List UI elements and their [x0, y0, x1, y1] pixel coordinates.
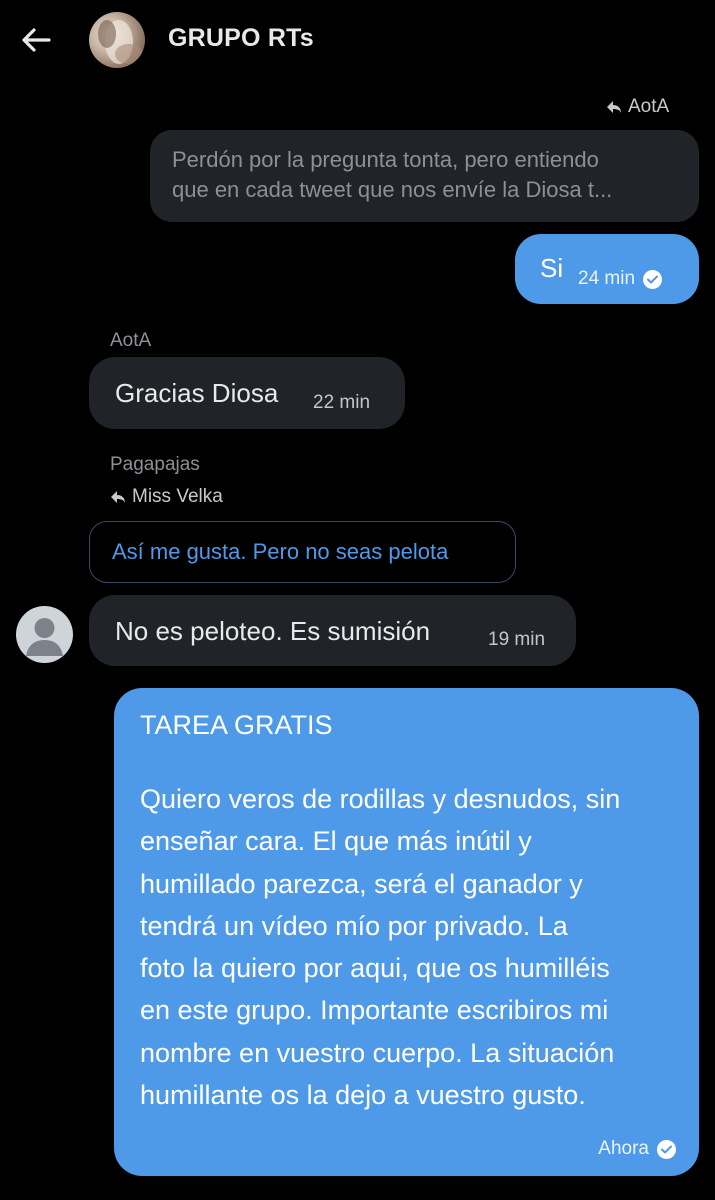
message-meta: 24 min — [578, 268, 663, 290]
message-text: Si — [540, 253, 564, 283]
check-circle-icon — [657, 1139, 676, 1159]
group-avatar[interactable] — [89, 12, 145, 68]
outgoing-message-tarea[interactable]: TAREA GRATIS Quiero veros de rodillas y … — [114, 688, 699, 1176]
message-time: 24 min — [578, 268, 636, 289]
message-line: tendrá un vídeo mío por privado. La — [140, 910, 568, 941]
quoted-message[interactable]: Perdón por la pregunta tonta, pero entie… — [150, 130, 699, 222]
sender-avatar[interactable] — [16, 606, 73, 663]
message-time: Ahora — [598, 1138, 649, 1159]
reply-indicator: Miss Velka — [110, 486, 223, 508]
reply-target-name: Miss Velka — [132, 486, 223, 507]
incoming-message-gracias[interactable]: Gracias Diosa 22 min — [89, 357, 405, 429]
message-line: enseñar cara. El que más inútil y — [140, 826, 532, 857]
back-button[interactable] — [14, 20, 58, 60]
quoted-line-1: Perdón por la pregunta tonta, pero entie… — [172, 147, 599, 172]
quoted-message[interactable]: Así me gusta. Pero no seas pelota — [89, 521, 516, 583]
reply-icon — [111, 491, 125, 503]
message-line: nombre en vuestro cuerpo. La situación — [140, 1037, 615, 1068]
message-line: Quiero veros de rodillas y desnudos, sin — [140, 784, 621, 814]
message-line: foto la quiero por aqui, que os humilléi… — [140, 953, 610, 984]
check-circle-icon — [643, 269, 663, 289]
sender-name: AotA — [110, 330, 152, 351]
default-avatar-icon — [26, 618, 63, 656]
message-line: humillado parezca, será el ganador y — [140, 868, 583, 899]
message-line: en este grupo. Importante escribiros mi — [140, 995, 609, 1026]
quoted-line-2: que en cada tweet que nos envíe la Diosa… — [172, 177, 613, 202]
message-text: Gracias Diosa — [115, 378, 279, 408]
message-meta: Ahora — [598, 1138, 676, 1160]
message-time: 22 min — [313, 392, 371, 413]
reply-icon — [607, 101, 621, 113]
reply-target-name: AotA — [628, 96, 670, 117]
message-line: humillante os la dejo a vuestro gusto. — [140, 1080, 586, 1111]
sender-name: Pagapajas — [110, 454, 200, 475]
outgoing-message-si[interactable]: Si 24 min — [515, 234, 699, 304]
conversation-title[interactable]: GRUPO RTs — [168, 24, 314, 53]
message-text: No es peloteo. Es sumisión — [115, 616, 431, 646]
back-arrow-icon — [22, 28, 51, 52]
message-title: TAREA GRATIS — [140, 710, 333, 740]
message-body: Quiero veros de rodillas y desnudos, sin… — [140, 778, 620, 1116]
reply-indicator: AotA — [606, 96, 669, 118]
message-time: 19 min — [488, 629, 546, 650]
group-avatar-image — [98, 20, 143, 64]
incoming-message-peloteo[interactable]: No es peloteo. Es sumisión 19 min — [89, 595, 576, 666]
